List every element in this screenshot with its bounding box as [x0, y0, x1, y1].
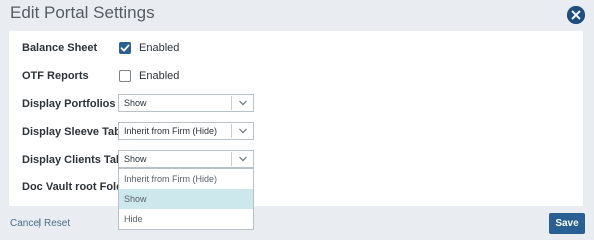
dropdown-option-hide[interactable]: Hide — [119, 209, 253, 229]
otf-reports-checkbox[interactable] — [119, 70, 131, 82]
display-portfolios-label: Display Portfolios — [22, 98, 116, 110]
dialog-title: Edit Portal Settings — [10, 3, 155, 22]
balance-sheet-enabled-label: Enabled — [139, 42, 180, 54]
display-sleeve-tab-select[interactable]: Inherit from Firm (Hide) — [118, 122, 254, 140]
save-button[interactable]: Save — [549, 213, 585, 234]
otf-reports-enabled-label: Enabled — [139, 70, 180, 82]
balance-sheet-label: Balance Sheet — [22, 42, 98, 54]
chevron-down-icon — [238, 99, 248, 107]
footer-separator: | — [38, 218, 41, 229]
doc-vault-root-folder-label: Doc Vault root Folder — [22, 181, 134, 193]
display-sleeve-tab-label: Display Sleeve Tab — [22, 126, 121, 138]
select-value: Show — [124, 154, 147, 164]
chevron-down-icon — [238, 127, 248, 135]
select-value: Show — [124, 98, 147, 108]
otf-reports-label: OTF Reports — [22, 70, 89, 82]
settings-panel: Balance Sheet Enabled OTF Reports Enable… — [9, 31, 583, 206]
display-clients-tab-select[interactable]: Show — [118, 150, 254, 168]
clients-tab-dropdown-list: Inherit from Firm (Hide) Show Hide — [118, 168, 254, 230]
check-icon — [120, 44, 130, 52]
close-button[interactable] — [567, 6, 585, 24]
display-clients-tab-label: Display Clients Tab — [22, 154, 123, 166]
cancel-link[interactable]: Cancel — [10, 218, 41, 229]
close-icon — [567, 6, 585, 24]
dropdown-option-inherit[interactable]: Inherit from Firm (Hide) — [119, 169, 253, 189]
display-portfolios-select[interactable]: Show — [118, 94, 254, 112]
balance-sheet-checkbox[interactable] — [119, 42, 131, 54]
select-value: Inherit from Firm (Hide) — [124, 126, 218, 136]
chevron-down-icon — [238, 155, 248, 163]
dropdown-option-show[interactable]: Show — [119, 189, 253, 209]
reset-link[interactable]: Reset — [44, 218, 70, 229]
